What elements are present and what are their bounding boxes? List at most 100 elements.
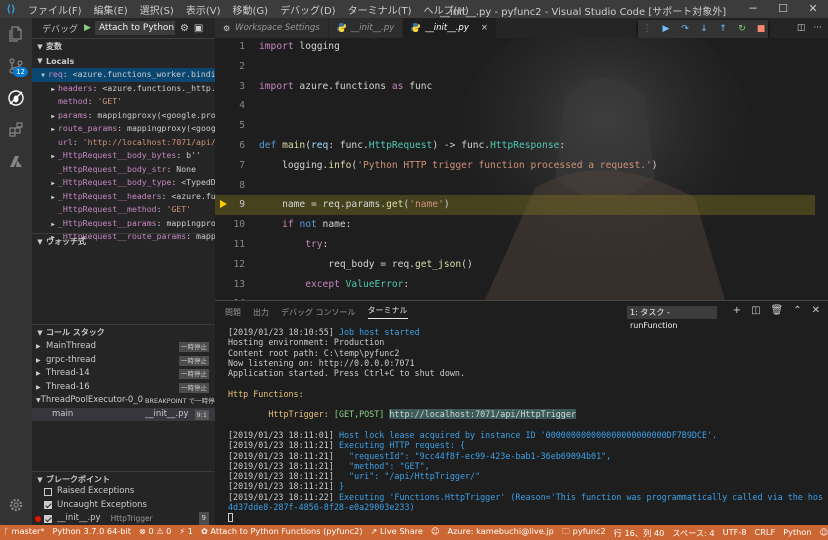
close-tab-icon[interactable]: × (481, 23, 488, 33)
menu-item[interactable]: デバッグ(D) (274, 2, 342, 17)
status-item[interactable]: Python (779, 527, 815, 539)
status-item[interactable]: ↗ Live Share (367, 526, 427, 540)
continue-icon[interactable]: ▶ (661, 24, 671, 34)
azure-icon[interactable] (0, 146, 32, 178)
status-item[interactable]: Azure: kamebuchi@live.jp (444, 526, 558, 540)
debug-config-select[interactable]: Attach to Python Fu (94, 21, 175, 35)
breakpoint-row[interactable]: Uncaught Exceptions (32, 499, 215, 513)
panel-tab[interactable]: 問題 (225, 307, 241, 318)
restart-icon[interactable]: ↻ (737, 24, 747, 34)
variable-row[interactable]: ▶_HttpRequest__body_type: <TypedDa... (32, 176, 215, 190)
status-item[interactable]: スペース: 4 (668, 527, 718, 539)
terminal-output[interactable]: [2019/01/23 18:10:55] Job host started Ho… (228, 327, 823, 523)
status-item[interactable]: CRLF (751, 527, 780, 539)
expand-icon[interactable]: ▶ (36, 381, 46, 395)
step-out-icon[interactable]: ↑ (718, 24, 728, 34)
variable-row[interactable]: ▶params: mappingproxy(<google.protob... (32, 109, 215, 123)
variables-header[interactable]: ▼ 変数 (32, 38, 215, 54)
expand-icon[interactable]: ▶ (48, 150, 58, 163)
status-item[interactable]: ᚴ master* (0, 526, 48, 540)
expand-icon[interactable]: ▶ (36, 367, 46, 381)
panel-tab[interactable]: ターミナル (367, 305, 408, 319)
thread-row[interactable]: ▼ ThreadPoolExecutor-0_0 BREAKPOINT で一時停止 (32, 394, 215, 408)
settings-icon[interactable]: ⚙ (180, 23, 189, 34)
status-item[interactable]: ☺ (427, 526, 444, 540)
breakpoint-checkbox[interactable] (44, 514, 52, 523)
expand-icon[interactable]: ▶ (48, 123, 58, 136)
start-debug-icon[interactable]: ▶ (84, 23, 91, 33)
editor-tab[interactable]: __init__.py (328, 18, 404, 38)
breakpoint-row[interactable]: __init__.py HttpTrigger 9 (32, 512, 215, 525)
debug-icon[interactable] (0, 82, 32, 114)
gear-icon[interactable] (0, 489, 32, 521)
expand-icon[interactable]: ▶ (48, 110, 58, 123)
variable-row[interactable]: ▶ _HttpRequest__body_bytes: b'' (32, 149, 215, 163)
expand-icon[interactable]: ▼ (38, 69, 48, 82)
callstack-header[interactable]: ▼ コール スタック (32, 324, 215, 340)
variable-row[interactable]: _HttpRequest__method: 'GET' (32, 203, 215, 217)
menu-item[interactable]: 編集(E) (88, 2, 134, 17)
status-item[interactable]: 🗀 pyfunc2 (558, 526, 610, 540)
trash-icon[interactable]: 🗑 (771, 305, 784, 316)
source-control-icon[interactable]: 12 (0, 50, 32, 82)
locals-header[interactable]: ▼ Locals (32, 54, 215, 68)
console-icon[interactable]: ▣ (194, 23, 203, 34)
close-button[interactable]: ✕ (798, 0, 828, 18)
variable-row[interactable]: ▶headers: <azure.functions._http.HTt... (32, 82, 215, 96)
status-item[interactable]: ☺ (816, 527, 828, 539)
watch-header[interactable]: ▼ ウォッチ式 (32, 233, 215, 249)
explorer-icon[interactable] (0, 18, 32, 50)
thread-row[interactable]: ▶ MainThread 一時停止 (32, 340, 215, 354)
minimize-button[interactable]: ─ (738, 0, 768, 18)
extensions-icon[interactable] (0, 114, 32, 146)
panel-tab[interactable]: 出力 (253, 307, 269, 318)
variable-row[interactable]: ▶_HttpRequest__params: mappingproxy(... (32, 217, 215, 231)
thread-row[interactable]: ▶ grpc-thread 一時停止 (32, 354, 215, 368)
variable-row[interactable]: method: 'GET' (32, 95, 215, 109)
expand-icon[interactable]: ▶ (48, 218, 58, 231)
close-panel-icon[interactable]: ✕ (812, 305, 820, 316)
editor-tab[interactable]: ⚙ Workspace Settings (215, 18, 329, 38)
split-editor-icon[interactable]: ◫ (797, 23, 806, 33)
maximize-panel-icon[interactable]: ⌃ (793, 305, 801, 316)
step-over-icon[interactable]: ↷ (680, 24, 690, 34)
terminal-select[interactable]: 1: タスク - runFunction (627, 306, 717, 330)
expand-icon[interactable]: ▶ (48, 83, 58, 96)
status-item[interactable]: UTF-8 (719, 527, 751, 539)
menu-item[interactable]: 表示(V) (180, 2, 227, 17)
more-actions-icon[interactable]: ··· (813, 23, 822, 33)
variable-row[interactable]: ▼req: <azure.functions_worker.bindings..… (32, 68, 215, 82)
disconnect-icon[interactable]: ■ (756, 24, 766, 34)
variable-row[interactable]: ▶route_params: mappingproxy(<google... (32, 122, 215, 136)
menu-item[interactable]: 選択(S) (134, 2, 180, 17)
variable-row[interactable]: ▶_HttpRequest__headers: <azure.funct... (32, 190, 215, 204)
editor-tab[interactable]: __init__.py × (403, 18, 497, 38)
status-item[interactable]: 行 16、列 40 (610, 527, 669, 539)
thread-row[interactable]: ▶ Thread-14 一時停止 (32, 367, 215, 381)
panel-tab[interactable]: デバッグ コンソール (281, 307, 356, 318)
breakpoint-row[interactable]: Raised Exceptions (32, 485, 215, 499)
menu-item[interactable]: 移動(G) (227, 2, 275, 17)
variable-row[interactable]: url: 'http://localhost:7071/api/Htt... (32, 136, 215, 150)
stack-frame-row[interactable]: main __init__.py 9:1 (32, 407, 215, 421)
drag-handle-icon[interactable]: ⋮ (642, 24, 652, 34)
code-editor[interactable]: 1 import logging 2 3 import azure.functions … (215, 38, 828, 300)
expand-icon[interactable]: ▶ (36, 340, 46, 354)
step-into-icon[interactable]: ↓ (699, 24, 709, 34)
thread-row[interactable]: ▶ Thread-16 一時停止 (32, 381, 215, 395)
split-terminal-icon[interactable]: ◫ (751, 305, 760, 316)
menu-item[interactable]: ファイル(F) (22, 2, 88, 17)
expand-icon[interactable]: ▶ (48, 191, 58, 204)
menu-item[interactable]: ターミナル(T) (342, 2, 418, 17)
expand-icon[interactable]: ▶ (48, 177, 58, 190)
expand-icon[interactable]: ▶ (36, 354, 46, 368)
variable-row[interactable]: _HttpRequest__body_str: None (32, 163, 215, 177)
status-item[interactable]: ✿ Attach to Python Functions (pyfunc2) (197, 526, 367, 540)
status-item[interactable]: ⚡ 1 (175, 526, 197, 540)
breakpoint-checkbox[interactable] (44, 501, 52, 510)
status-item[interactable]: ⊗ 0 ⚠ 0 (135, 526, 175, 540)
status-item[interactable]: Python 3.7.0 64-bit (48, 526, 134, 540)
breakpoint-checkbox[interactable] (44, 487, 52, 496)
maximize-button[interactable]: ☐ (768, 0, 798, 18)
new-terminal-icon[interactable]: + (733, 305, 741, 316)
